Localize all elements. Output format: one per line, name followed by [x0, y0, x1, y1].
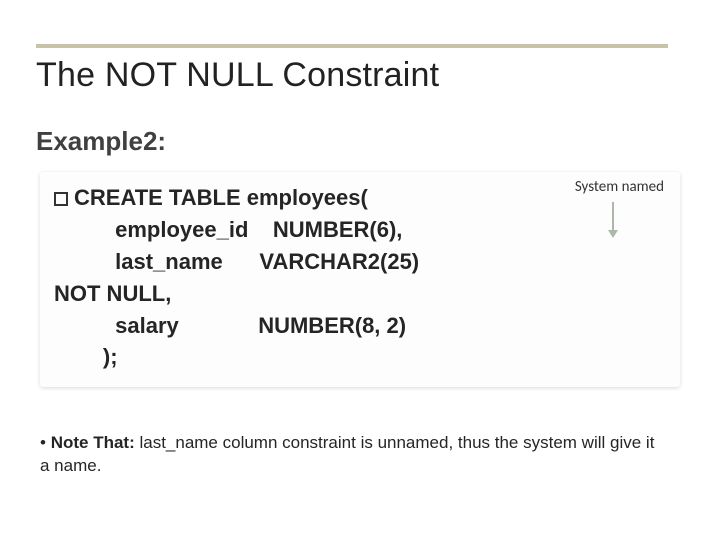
- code-comma: ,: [165, 281, 171, 306]
- annotation-arrow: [612, 202, 614, 232]
- slide-title: The NOT NULL Constraint: [36, 56, 439, 95]
- slide-subtitle: Example2:: [36, 126, 166, 157]
- code-line-5: salary NUMBER(8, 2): [54, 310, 666, 342]
- code-text-1: CREATE TABLE employees(: [74, 185, 368, 210]
- note-bullet: •: [40, 433, 51, 452]
- code-line-4: NOT NULL,: [54, 278, 666, 310]
- code-line-6: );: [54, 341, 666, 373]
- note-text: • Note That: last_name column constraint…: [40, 432, 660, 478]
- note-bold: Note That:: [51, 433, 135, 452]
- bullet-icon: [54, 192, 68, 206]
- code-example-box: System named CREATE TABLE employees( emp…: [40, 172, 680, 387]
- code-notnull: NOT NULL: [54, 281, 165, 306]
- title-underline: [36, 44, 668, 48]
- code-line-2: employee_id NUMBER(6),: [54, 214, 666, 246]
- code-line-3: last_name VARCHAR2(25): [54, 246, 666, 278]
- annotation-system-named: System named: [575, 178, 664, 196]
